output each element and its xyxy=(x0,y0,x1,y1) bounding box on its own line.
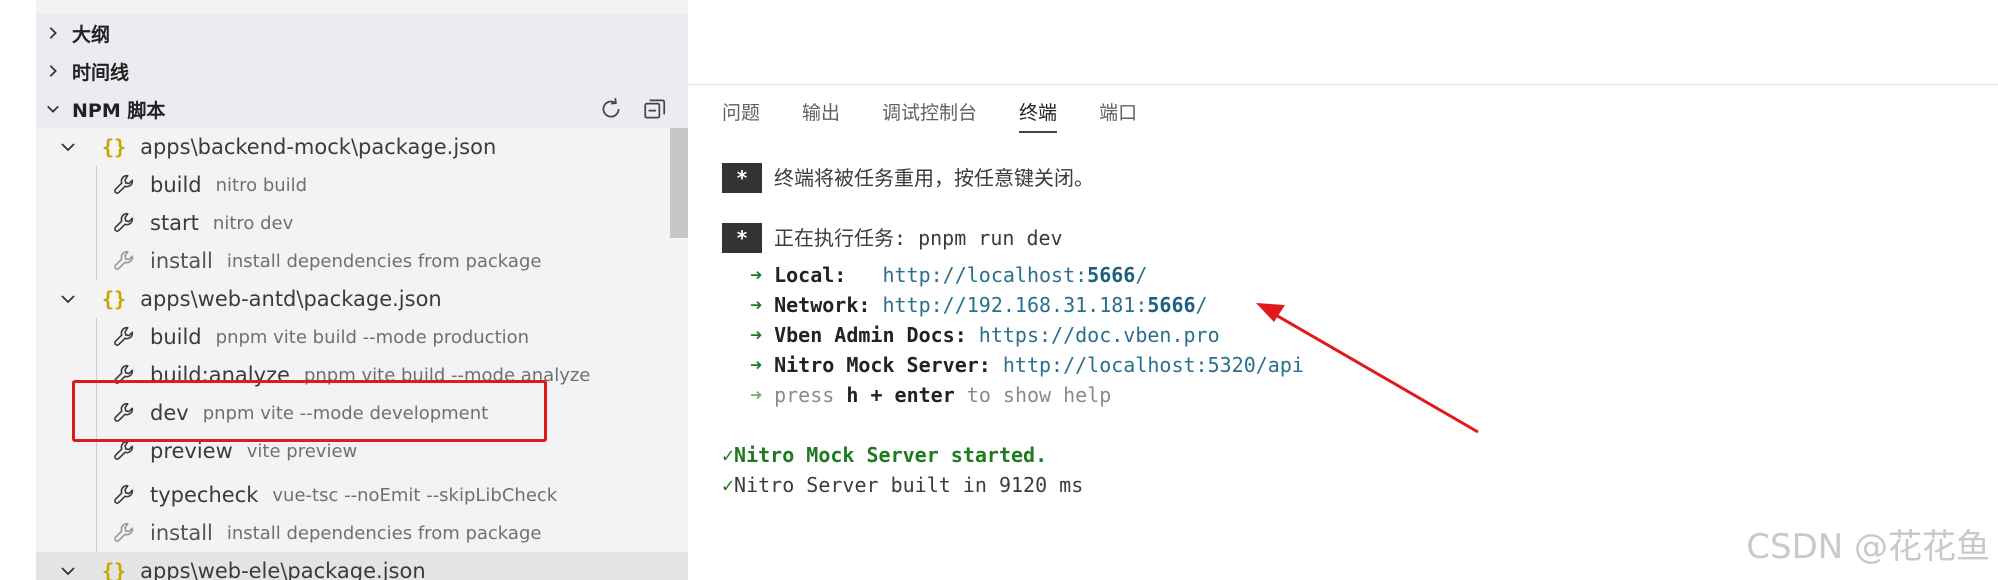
script-install[interactable]: install install dependencies from packag… xyxy=(36,514,688,552)
press-key: h + enter xyxy=(846,383,955,407)
package-label: apps\web-ele\package.json xyxy=(140,559,426,580)
built-message: Nitro Server built in 9120 ms xyxy=(734,473,1084,497)
mock-url[interactable]: http://localhost:5320/api xyxy=(1003,353,1304,377)
script-typecheck[interactable]: typecheck vue-tsc --noEmit --skipLibChec… xyxy=(36,476,688,514)
script-name: start xyxy=(150,211,199,235)
terminal-line: * 正在执行任务: pnpm run dev xyxy=(722,223,1063,253)
chevron-down-icon xyxy=(61,295,75,304)
script-command: nitro build xyxy=(215,174,308,196)
check-icon: ✓ xyxy=(722,473,735,497)
tab-ports[interactable]: 端口 xyxy=(1099,98,1137,133)
refresh-icon[interactable] xyxy=(598,96,624,122)
timeline-section-header[interactable]: 时间线 xyxy=(36,52,688,90)
npm-scripts-section-header[interactable]: NPM 脚本 xyxy=(36,90,688,128)
chevron-right-icon xyxy=(49,27,57,39)
sidebar-scrollbar[interactable] xyxy=(670,128,688,238)
annotation-highlight-box xyxy=(72,380,547,442)
wrench-icon xyxy=(114,484,134,504)
script-command: pnpm vite build --mode production xyxy=(215,326,530,348)
terminal-line: ✓Nitro Mock Server started. xyxy=(722,440,1047,470)
press-rest: to show help xyxy=(966,383,1112,407)
script-install[interactable]: install install dependencies from packag… xyxy=(36,242,688,280)
terminal-line: ➜ Local: http://localhost:5666/ xyxy=(750,260,1147,290)
press-text: press xyxy=(774,383,835,407)
script-name: preview xyxy=(150,439,233,463)
bottom-panel: 问题 输出 调试控制台 终端 端口 * 终端将被任务重用，按任意键关闭。 * 正在执… xyxy=(688,0,1998,580)
mock-started-message: Nitro Mock Server started. xyxy=(734,443,1048,467)
script-build[interactable]: build pnpm vite build --mode production xyxy=(36,318,688,356)
chevron-down-icon xyxy=(61,567,75,576)
script-command: nitro dev xyxy=(212,212,294,234)
package-web-antd[interactable]: {} apps\web-antd\package.json xyxy=(36,280,670,318)
wrench-icon xyxy=(114,212,134,232)
task-star-badge: * xyxy=(722,163,762,193)
outline-section-label: 大纲 xyxy=(72,23,111,46)
panel-divider xyxy=(688,84,1998,85)
json-file-icon: {} xyxy=(102,559,127,580)
panel-tabs: 问题 输出 调试控制台 终端 端口 xyxy=(722,98,1137,133)
script-name: build xyxy=(150,325,202,349)
chevron-down-icon xyxy=(47,105,59,113)
tab-output[interactable]: 输出 xyxy=(802,98,840,133)
wrench-outline-icon xyxy=(114,250,134,270)
task-star-badge: * xyxy=(722,223,762,253)
tab-debug-console[interactable]: 调试控制台 xyxy=(882,98,977,133)
check-icon: ✓ xyxy=(722,443,735,467)
collapse-all-icon[interactable] xyxy=(642,96,668,122)
exec-message: 正在执行任务: pnpm run dev xyxy=(774,226,1063,250)
chevron-down-icon xyxy=(61,143,75,152)
script-command: install dependencies from package xyxy=(226,522,542,544)
script-name: install xyxy=(150,521,213,545)
network-label: Network: xyxy=(774,293,871,317)
script-name: install xyxy=(150,249,213,273)
wrench-icon xyxy=(114,174,134,194)
docs-url[interactable]: https://doc.vben.pro xyxy=(979,323,1220,347)
mock-label: Nitro Mock Server: xyxy=(774,353,991,377)
script-start[interactable]: start nitro dev xyxy=(36,204,688,242)
package-web-ele[interactable]: {} apps\web-ele\package.json xyxy=(36,552,670,580)
json-file-icon: {} xyxy=(102,135,127,159)
package-label: apps\backend-mock\package.json xyxy=(140,135,497,159)
arrow-glyph: ➜ xyxy=(750,263,763,287)
terminal-line: * 终端将被任务重用，按任意键关闭。 xyxy=(722,163,1094,193)
docs-label: Vben Admin Docs: xyxy=(774,323,967,347)
package-label: apps\web-antd\package.json xyxy=(140,287,442,311)
wrench-outline-icon xyxy=(114,522,134,542)
json-file-icon: {} xyxy=(102,287,127,311)
wrench-icon xyxy=(114,326,134,346)
terminal-line: ➜ Vben Admin Docs: https://doc.vben.pro xyxy=(750,320,1220,350)
tab-terminal[interactable]: 终端 xyxy=(1019,98,1058,133)
explorer-sidebar: 大纲 时间线 NPM 脚本 {} apps\backend-mock\packa… xyxy=(36,0,688,580)
script-name: typecheck xyxy=(150,483,259,507)
package-backend-mock[interactable]: {} apps\backend-mock\package.json xyxy=(36,128,670,166)
local-url[interactable]: http://localhost:5666/ xyxy=(882,263,1147,287)
left-margin xyxy=(0,0,36,580)
outline-section-header[interactable]: 大纲 xyxy=(36,14,688,52)
arrow-glyph: ➜ xyxy=(750,383,763,407)
reuse-message: 终端将被任务重用，按任意键关闭。 xyxy=(774,166,1094,190)
terminal-line: ➜ press h + enter to show help xyxy=(750,380,1111,410)
npm-scripts-section-label: NPM 脚本 xyxy=(72,99,166,122)
watermark: CSDN @花花鱼 xyxy=(1746,527,1990,567)
arrow-glyph: ➜ xyxy=(750,293,763,317)
terminal-line: ✓Nitro Server built in 9120 ms xyxy=(722,470,1083,500)
script-build[interactable]: build nitro build xyxy=(36,166,688,204)
timeline-section-label: 时间线 xyxy=(72,61,130,84)
script-name: build xyxy=(150,173,202,197)
terminal-line: ➜ Nitro Mock Server: http://localhost:53… xyxy=(750,350,1304,380)
network-url[interactable]: http://192.168.31.181:5666/ xyxy=(882,293,1207,317)
script-command: vue-tsc --noEmit --skipLibCheck xyxy=(272,484,558,506)
terminal-line: ➜ Network: http://192.168.31.181:5666/ xyxy=(750,290,1208,320)
local-label: Local: xyxy=(774,263,847,287)
arrow-glyph: ➜ xyxy=(750,323,763,347)
script-command: vite preview xyxy=(246,440,358,462)
chevron-right-icon xyxy=(49,65,57,77)
script-command: install dependencies from package xyxy=(226,250,542,272)
tab-problems[interactable]: 问题 xyxy=(722,98,760,133)
arrow-glyph: ➜ xyxy=(750,353,763,377)
